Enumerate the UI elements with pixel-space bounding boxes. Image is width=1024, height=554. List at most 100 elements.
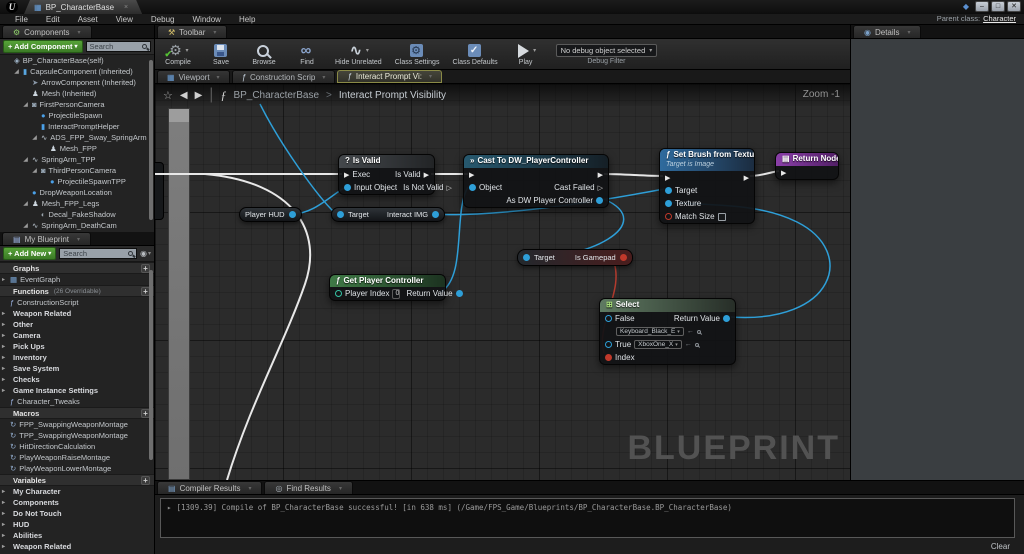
- return-value-pin[interactable]: [723, 315, 730, 322]
- expander-icon[interactable]: ▸: [0, 365, 7, 372]
- node-get-interact-img[interactable]: Target Interact IMG: [331, 207, 445, 222]
- filter-eye-button[interactable]: ◉ ▾: [140, 249, 151, 258]
- match-size-pin[interactable]: [665, 213, 672, 220]
- object-in-pin[interactable]: [469, 184, 476, 191]
- expander-icon[interactable]: ◢: [31, 167, 38, 174]
- compiler-results-log[interactable]: [1309.39] Compile of BP_CharacterBase su…: [160, 498, 1015, 538]
- my-blueprint-row[interactable]: ↻ HitDirectionCalculation: [0, 441, 154, 452]
- my-blueprint-row[interactable]: ↻ FPP_SwappingWeaponMontage: [0, 419, 154, 430]
- expander-icon[interactable]: ▸: [0, 532, 7, 539]
- component-tree-item[interactable]: ● ProjectileSpawn: [0, 110, 154, 121]
- expander-icon[interactable]: ◢: [31, 134, 38, 141]
- tab-toolbar[interactable]: ⚒ Toolbar ▾: [157, 25, 227, 38]
- toolbar-button[interactable]: Class Defaults: [452, 42, 497, 66]
- match-size-checkbox[interactable]: [718, 213, 726, 221]
- expander-icon[interactable]: ▸: [0, 387, 7, 394]
- use-asset-icon[interactable]: ←: [687, 328, 694, 335]
- my-blueprint-row[interactable]: Graphs +: [0, 262, 154, 274]
- component-tree-item[interactable]: ◢ ◙ ThirdPersonCamera: [0, 165, 154, 176]
- add-plus-button[interactable]: +: [141, 476, 150, 485]
- player-index-field[interactable]: 0: [392, 289, 400, 299]
- browse-asset-icon[interactable]: [695, 343, 699, 347]
- myblueprint-scrollbar[interactable]: [149, 270, 153, 460]
- my-blueprint-row[interactable]: ▸ Do Not Touch: [0, 508, 154, 519]
- my-blueprint-row[interactable]: ▸ HUD: [0, 519, 154, 530]
- hud-out-pin[interactable]: [289, 211, 296, 218]
- pin-icon[interactable]: ▾: [213, 29, 216, 36]
- my-blueprint-row[interactable]: Macros +: [0, 407, 154, 419]
- component-tree-item[interactable]: ◢ ♟ Mesh_FPP_Legs: [0, 198, 154, 209]
- nav-back-icon[interactable]: ◀: [180, 90, 188, 101]
- expander-icon[interactable]: ◢: [22, 156, 29, 163]
- exec-in-pin[interactable]: [665, 173, 670, 182]
- my-blueprint-row[interactable]: ▸ Abilities: [0, 530, 154, 541]
- my-blueprint-row[interactable]: Variables +: [0, 474, 154, 486]
- my-blueprint-row[interactable]: ▸ Weapon Related: [0, 541, 154, 552]
- my-blueprint-row[interactable]: ▸ Game Instance Settings: [0, 385, 154, 396]
- my-blueprint-row[interactable]: ↻ PlayWeaponRaiseMontage: [0, 452, 154, 463]
- my-blueprint-row[interactable]: Functions (26 Overridable) +: [0, 285, 154, 297]
- component-tree-item[interactable]: ◢ ∿ ADS_FPP_Sway_SpringArm: [0, 132, 154, 143]
- menu-item[interactable]: View: [107, 15, 142, 24]
- add-new-button[interactable]: + Add New ▾: [3, 247, 56, 260]
- expander-icon[interactable]: ▸: [0, 521, 7, 528]
- expander-icon[interactable]: ▸: [0, 332, 7, 339]
- node-set-brush-from-texture[interactable]: ƒSet Brush from Texture Target is Image …: [659, 148, 755, 224]
- node-get-player-controller[interactable]: ƒGet Player Controller Player Index0Retu…: [329, 274, 446, 301]
- node-return[interactable]: ▤Return Node: [775, 152, 839, 180]
- nav-forward-icon[interactable]: ▶: [195, 90, 203, 101]
- debug-object-dropdown[interactable]: No debug object selected ▾: [556, 44, 658, 57]
- my-blueprint-row[interactable]: ▸ ▦ EventGraph: [0, 274, 154, 285]
- close-button[interactable]: ✕: [1007, 1, 1021, 12]
- component-tree-item[interactable]: ➤ ArrowComponent (Inherited): [0, 77, 154, 88]
- menu-item[interactable]: Window: [183, 15, 229, 24]
- toolbar-button[interactable]: Save: [206, 42, 236, 66]
- my-blueprint-row[interactable]: ▸ Components: [0, 497, 154, 508]
- my-blueprint-row[interactable]: ▸ Other: [0, 319, 154, 330]
- tab-details[interactable]: Details ▾: [853, 25, 921, 38]
- true-in-pin[interactable]: [605, 341, 612, 348]
- menu-item[interactable]: Debug: [142, 15, 184, 24]
- expander-icon[interactable]: ▸: [0, 321, 7, 328]
- false-in-pin[interactable]: [605, 315, 612, 322]
- node-is-gamepad[interactable]: Target Is Gamepad: [517, 249, 633, 266]
- exec-out-pin[interactable]: [446, 183, 451, 192]
- my-blueprint-row[interactable]: ▸ Checks: [0, 374, 154, 385]
- menu-item[interactable]: Help: [230, 15, 264, 24]
- my-blueprint-row[interactable]: ƒ Character_Tweaks: [0, 396, 154, 407]
- toolbar-button[interactable]: Find: [292, 42, 322, 66]
- expander-icon[interactable]: ▸: [0, 510, 7, 517]
- results-tab[interactable]: Compiler Results ▾: [157, 481, 262, 494]
- menu-item[interactable]: File: [6, 15, 37, 24]
- component-tree-item[interactable]: ◢ ◙ FirstPersonCamera: [0, 99, 154, 110]
- exec-out-pin[interactable]: [744, 173, 749, 182]
- component-tree-item[interactable]: ◢ ∿ SpringArm_DeathCam: [0, 220, 154, 231]
- player-index-pin[interactable]: [335, 290, 342, 297]
- expander-icon[interactable]: ▸: [0, 376, 7, 383]
- node-player-hud[interactable]: Player HUD: [239, 207, 302, 222]
- exec-in-pin[interactable]: [344, 170, 349, 179]
- window-tab[interactable]: ▦ BP_CharacterBase ×: [24, 0, 142, 14]
- pin-icon[interactable]: ▾: [78, 29, 81, 36]
- component-tree-item[interactable]: ♟ Mesh_FPP: [0, 143, 154, 154]
- components-scrollbar[interactable]: [149, 60, 153, 220]
- component-tree-item[interactable]: ◐ Decal_FakeShadow: [0, 209, 154, 220]
- menu-item[interactable]: Asset: [69, 15, 107, 24]
- expander-icon[interactable]: ▸: [0, 276, 7, 283]
- tab-my-blueprint[interactable]: ▤ My Blueprint ▾: [2, 232, 91, 245]
- component-tree-item[interactable]: ● ProjectileSpawnTPP: [0, 176, 154, 187]
- expander-icon[interactable]: ◢: [22, 101, 29, 108]
- component-tree-item[interactable]: ◢ ▮ CapsuleComponent (Inherited): [0, 66, 154, 77]
- exec-out-pin[interactable]: [598, 183, 603, 192]
- my-blueprint-row[interactable]: ▸ Save System: [0, 363, 154, 374]
- my-blueprint-row[interactable]: ▸ My Character: [0, 486, 154, 497]
- expander-icon[interactable]: ▸: [0, 310, 7, 317]
- expander-icon[interactable]: ▸: [0, 543, 7, 550]
- my-blueprint-row[interactable]: ▸ Inventory: [0, 352, 154, 363]
- component-tree-item[interactable]: ● DropWeaponLocation: [0, 187, 154, 198]
- index-in-pin[interactable]: [605, 354, 612, 361]
- expander-icon[interactable]: ▸: [0, 488, 7, 495]
- toolbar-button[interactable]: ▾ Play: [511, 42, 541, 66]
- favorite-star-icon[interactable]: ☆: [163, 89, 173, 102]
- component-tree-item[interactable]: ♟ Mesh (Inherited): [0, 88, 154, 99]
